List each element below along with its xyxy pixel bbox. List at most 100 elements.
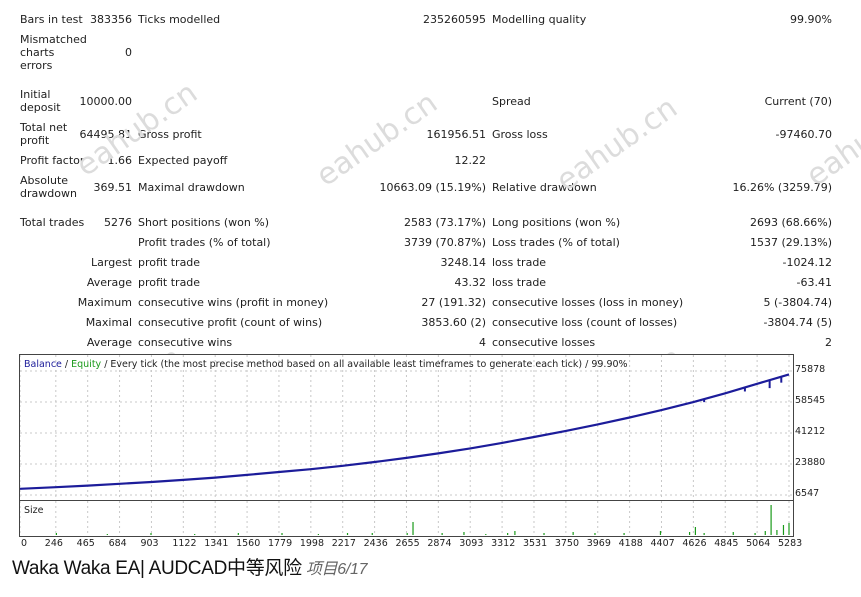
mismatched-value: 0	[125, 46, 132, 59]
avg-cons-losses-value: 2	[825, 336, 832, 349]
avg-cons-losses-label: consecutive losses	[492, 336, 596, 349]
size-bars-svg	[20, 501, 790, 536]
x-tick-label: 1779	[267, 538, 293, 549]
footer-caption: Waka Waka EA| AUDCAD中等风险 项目6/17	[12, 553, 367, 580]
profit-factor-value: 1.66	[107, 154, 133, 167]
average-loss-label: loss trade	[492, 276, 547, 289]
y-tick-label: 23880	[795, 456, 826, 468]
profit-trades-value: 3739 (70.87%)	[403, 236, 486, 249]
mismatched-label: Mismatched charts errors	[20, 33, 87, 72]
gross-profit-value: 161956.51	[426, 128, 487, 141]
total-trades-value: 5276	[104, 216, 132, 229]
x-tick-label: 2217	[331, 538, 356, 549]
x-tick-label: 4188	[618, 538, 643, 549]
profit-trades-label: Profit trades (% of total)	[138, 236, 271, 249]
footer-subtitle: 项目6/17	[305, 561, 368, 578]
x-tick-label: 4845	[714, 538, 739, 549]
total-net-profit-value: 64495.81	[79, 128, 133, 141]
average2-label: Average	[86, 336, 132, 349]
modelling-quality-value: 99.90%	[790, 13, 832, 26]
max-cons-losses-value: 5 (-3804.74)	[763, 296, 832, 309]
chart-legend: Balance / Equity / Every tick (the most …	[24, 359, 628, 370]
x-tick-label: 3531	[522, 538, 548, 549]
loss-trades-value: 1537 (29.13%)	[749, 236, 832, 249]
modelling-quality-label: Modelling quality	[492, 13, 587, 26]
balance-chart-svg	[20, 355, 793, 500]
x-tick-label: 1122	[172, 538, 197, 549]
maximal-cons-loss-label: consecutive loss (count of losses)	[492, 316, 678, 329]
maximal-cons-profit-value: 3853.60 (2)	[421, 316, 486, 329]
initial-deposit-value: 10000.00	[79, 95, 133, 108]
maximal-cons-loss-value: -3804.74 (5)	[763, 316, 832, 329]
legend-equity: Equity	[71, 359, 102, 370]
gross-loss-label: Gross loss	[492, 128, 548, 141]
y-tick-label: 58545	[795, 395, 826, 406]
x-tick-label: 903	[140, 538, 159, 549]
bars-in-test-value: 383356	[90, 13, 132, 26]
largest-profit-label: profit trade	[138, 256, 201, 269]
x-tick-label: 3093	[459, 538, 484, 549]
gross-loss-value: -97460.70	[775, 128, 832, 141]
legend-description: / Every tick (the most precise method ba…	[101, 359, 628, 370]
x-tick-label: 1998	[299, 538, 325, 549]
x-tick-label: 465	[76, 538, 95, 549]
maximal-drawdown-value: 10663.09 (15.19%)	[379, 181, 486, 194]
footer-title: Waka Waka EA| AUDCAD中等风险	[12, 558, 302, 579]
largest-loss-label: loss trade	[492, 256, 547, 269]
x-tick-label: 1560	[236, 538, 261, 549]
x-tick-label: 2436	[363, 538, 388, 549]
short-positions-value: 2583 (73.17%)	[403, 216, 486, 229]
x-tick-label: 4626	[682, 538, 707, 549]
long-positions-label: Long positions (won %)	[492, 216, 621, 229]
maximum-label: Maximum	[77, 296, 132, 309]
short-positions-label: Short positions (won %)	[138, 216, 270, 229]
x-tick-label: 2655	[395, 538, 420, 549]
expected-payoff-value: 12.22	[454, 154, 487, 167]
y-tick-label: 6547	[795, 488, 820, 499]
spread-label: Spread	[492, 95, 531, 108]
x-tick-label: 2874	[427, 538, 452, 549]
profit-factor-label: Profit factor	[20, 154, 85, 167]
long-positions-value: 2693 (68.66%)	[749, 216, 832, 229]
absolute-drawdown-value: 369.51	[93, 181, 133, 194]
avg-cons-wins-label: consecutive wins	[138, 336, 233, 349]
ticks-modelled-value: 235260595	[423, 13, 486, 26]
report-table: Bars in test 383356 Ticks modelled 23526…	[0, 0, 861, 350]
x-tick-label: 3969	[586, 538, 611, 549]
maximal-label: Maximal	[85, 316, 132, 329]
ticks-modelled-label: Ticks modelled	[138, 13, 221, 26]
x-tick-label: 684	[108, 538, 127, 549]
y-tick-label: 75878	[795, 364, 826, 375]
relative-drawdown-label: Relative drawdown	[492, 181, 597, 194]
x-tick-label: 5064	[746, 538, 771, 549]
legend-balance: Balance	[24, 359, 62, 370]
x-tick-label: 3312	[491, 538, 516, 549]
total-trades-label: Total trades	[20, 216, 85, 229]
gross-profit-label: Gross profit	[138, 128, 202, 141]
y-tick-label: 41212	[795, 426, 826, 437]
x-tick-label: 246	[44, 538, 63, 549]
bars-in-test-label: Bars in test	[20, 13, 83, 26]
largest-loss-value: -1024.12	[782, 256, 832, 269]
balance-chart: Balance / Equity / Every tick (the most …	[19, 354, 794, 501]
average-profit-value: 43.32	[454, 276, 487, 289]
loss-trades-label: Loss trades (% of total)	[492, 236, 620, 249]
largest-profit-value: 3248.14	[440, 256, 487, 269]
x-tick-label: 4407	[650, 538, 675, 549]
x-tick-label: 1341	[204, 538, 229, 549]
relative-drawdown-value: 16.26% (3259.79)	[732, 181, 832, 194]
average-label: Average	[86, 276, 132, 289]
avg-cons-wins-value: 4	[479, 336, 486, 349]
spread-value: Current (70)	[764, 95, 832, 108]
x-tick-label: 5283	[778, 538, 803, 549]
x-tick-label: 0	[21, 538, 28, 549]
max-cons-wins-label: consecutive wins (profit in money)	[138, 296, 329, 309]
largest-label: Largest	[91, 256, 132, 269]
maximal-cons-profit-label: consecutive profit (count of wins)	[138, 316, 323, 329]
expected-payoff-label: Expected payoff	[138, 154, 228, 167]
average-profit-label: profit trade	[138, 276, 201, 289]
max-cons-losses-label: consecutive losses (loss in money)	[492, 296, 684, 309]
legend-separator: /	[61, 359, 72, 370]
x-tick-label: 3750	[554, 538, 580, 549]
max-cons-wins-value: 27 (191.32)	[421, 296, 486, 309]
